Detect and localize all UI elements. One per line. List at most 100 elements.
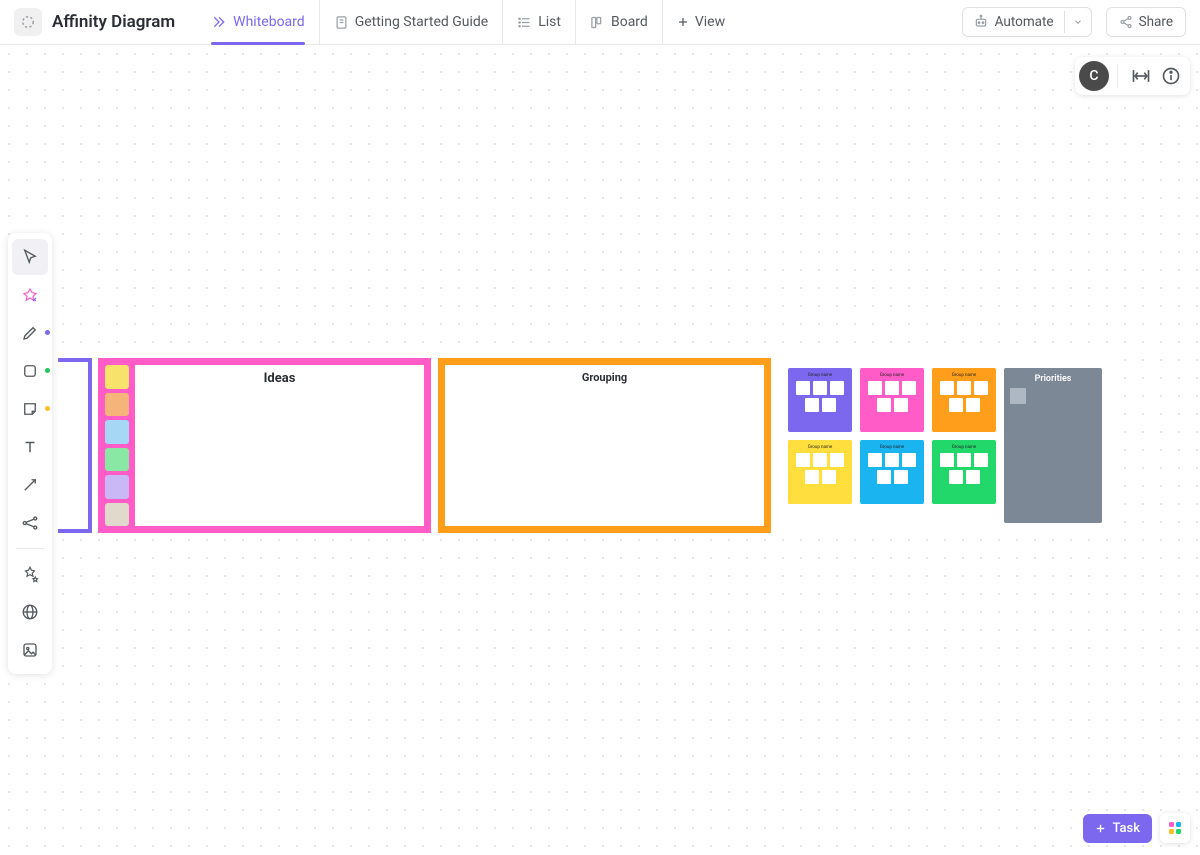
grouping-title: Grouping — [582, 371, 627, 526]
text-tool[interactable] — [12, 429, 48, 465]
group-card-title: Group name — [808, 373, 833, 378]
group-chip[interactable] — [894, 470, 908, 484]
grouping-frame[interactable]: Grouping — [438, 358, 771, 533]
group-chip[interactable] — [957, 453, 971, 467]
document-type-icon[interactable] — [14, 8, 42, 36]
user-avatar[interactable]: C — [1079, 61, 1109, 91]
group-chip[interactable] — [940, 381, 954, 395]
tab-board[interactable]: Board — [576, 0, 663, 45]
group-chip[interactable] — [830, 381, 844, 395]
sticky-swatch[interactable] — [105, 503, 129, 527]
group-chip[interactable] — [966, 470, 980, 484]
view-tabs: Whiteboard Getting Started Guide List Bo… — [197, 0, 739, 45]
list-icon — [517, 15, 532, 30]
tab-whiteboard[interactable]: Whiteboard — [197, 0, 320, 45]
sticky-swatch[interactable] — [105, 475, 129, 499]
sticky-color-indicator — [45, 406, 50, 411]
group-chip[interactable] — [966, 398, 980, 412]
group-card[interactable]: Group name — [932, 440, 996, 504]
sticky-swatch[interactable] — [105, 420, 129, 444]
group-chip[interactable] — [868, 381, 882, 395]
priority-card[interactable] — [1010, 388, 1026, 404]
plus-icon — [1095, 823, 1106, 834]
chip-row — [936, 381, 992, 412]
ideas-canvas[interactable]: Ideas — [135, 365, 424, 526]
left-toolbar — [8, 233, 52, 674]
group-chip[interactable] — [813, 453, 827, 467]
tab-list[interactable]: List — [503, 0, 576, 45]
toolbar-separator — [16, 548, 44, 549]
share-button[interactable]: Share — [1106, 7, 1186, 37]
group-chip[interactable] — [805, 470, 819, 484]
info-button[interactable] — [1156, 61, 1186, 91]
group-card[interactable]: Group name — [788, 440, 852, 504]
web-tool[interactable] — [12, 594, 48, 630]
sticky-tool[interactable] — [12, 391, 48, 427]
group-chip[interactable] — [868, 453, 882, 467]
document-title[interactable]: Affinity Diagram — [52, 12, 175, 32]
group-chip[interactable] — [885, 381, 899, 395]
add-task-button[interactable]: Task — [1083, 814, 1152, 843]
generate-tool[interactable] — [12, 277, 48, 313]
group-chip[interactable] — [830, 453, 844, 467]
topbar: Affinity Diagram Whiteboard Getting Star… — [0, 0, 1200, 45]
ideas-frame[interactable]: Ideas — [98, 358, 431, 533]
groups-panel[interactable]: Group nameGroup nameGroup nameGroup name… — [780, 358, 1112, 533]
group-card[interactable]: Group name — [932, 368, 996, 432]
sticky-swatch[interactable] — [105, 393, 129, 417]
purple-frame-edge[interactable] — [58, 358, 92, 533]
select-tool[interactable] — [12, 239, 48, 275]
group-card[interactable]: Group name — [860, 368, 924, 432]
group-chip[interactable] — [957, 381, 971, 395]
group-chip[interactable] — [813, 381, 827, 395]
connector-tool[interactable] — [12, 467, 48, 503]
sticky-swatch[interactable] — [105, 448, 129, 472]
group-chip[interactable] — [974, 381, 988, 395]
group-chip[interactable] — [796, 453, 810, 467]
sticky-swatch[interactable] — [105, 365, 129, 389]
network-tool[interactable] — [12, 505, 48, 541]
tab-label: Getting Started Guide — [355, 14, 489, 30]
group-chip[interactable] — [877, 398, 891, 412]
ideas-title: Ideas — [264, 371, 296, 526]
group-chip[interactable] — [902, 453, 916, 467]
add-view-button[interactable]: View — [663, 14, 739, 30]
chip-row — [864, 381, 920, 412]
tab-label: Board — [611, 14, 648, 30]
pen-tool[interactable] — [12, 315, 48, 351]
group-card[interactable]: Group name — [860, 440, 924, 504]
tab-label: Whiteboard — [233, 14, 305, 30]
bottom-right-controls: Task — [1083, 813, 1190, 843]
chip-row — [792, 453, 848, 484]
shape-color-indicator — [45, 368, 50, 373]
group-card[interactable]: Group name — [788, 368, 852, 432]
group-chip[interactable] — [796, 381, 810, 395]
group-chip[interactable] — [902, 381, 916, 395]
group-chip[interactable] — [949, 470, 963, 484]
group-chip[interactable] — [949, 398, 963, 412]
grouping-canvas[interactable]: Grouping — [445, 365, 764, 526]
automate-dropdown[interactable] — [1064, 11, 1091, 33]
group-chip[interactable] — [805, 398, 819, 412]
priorities-frame[interactable]: Priorities — [1004, 368, 1102, 523]
group-chip[interactable] — [877, 470, 891, 484]
group-chip[interactable] — [822, 470, 836, 484]
group-chip[interactable] — [940, 453, 954, 467]
fit-width-button[interactable] — [1126, 61, 1156, 91]
automate-button[interactable]: Automate — [963, 8, 1064, 36]
shape-tool[interactable] — [12, 353, 48, 389]
tab-getting-started[interactable]: Getting Started Guide — [320, 0, 504, 45]
whiteboard-canvas[interactable]: C Ideas — [0, 45, 1200, 855]
add-view-label: View — [695, 14, 725, 30]
group-chip[interactable] — [822, 398, 836, 412]
apps-button[interactable] — [1160, 813, 1190, 843]
image-tool[interactable] — [12, 632, 48, 668]
automate-label: Automate — [995, 14, 1054, 30]
ai-tool[interactable] — [12, 556, 48, 592]
group-chip[interactable] — [974, 453, 988, 467]
canvas-top-right-tools: C — [1075, 57, 1190, 95]
group-card-title: Group name — [952, 373, 977, 378]
board-icon — [590, 15, 605, 30]
group-chip[interactable] — [894, 398, 908, 412]
group-chip[interactable] — [885, 453, 899, 467]
